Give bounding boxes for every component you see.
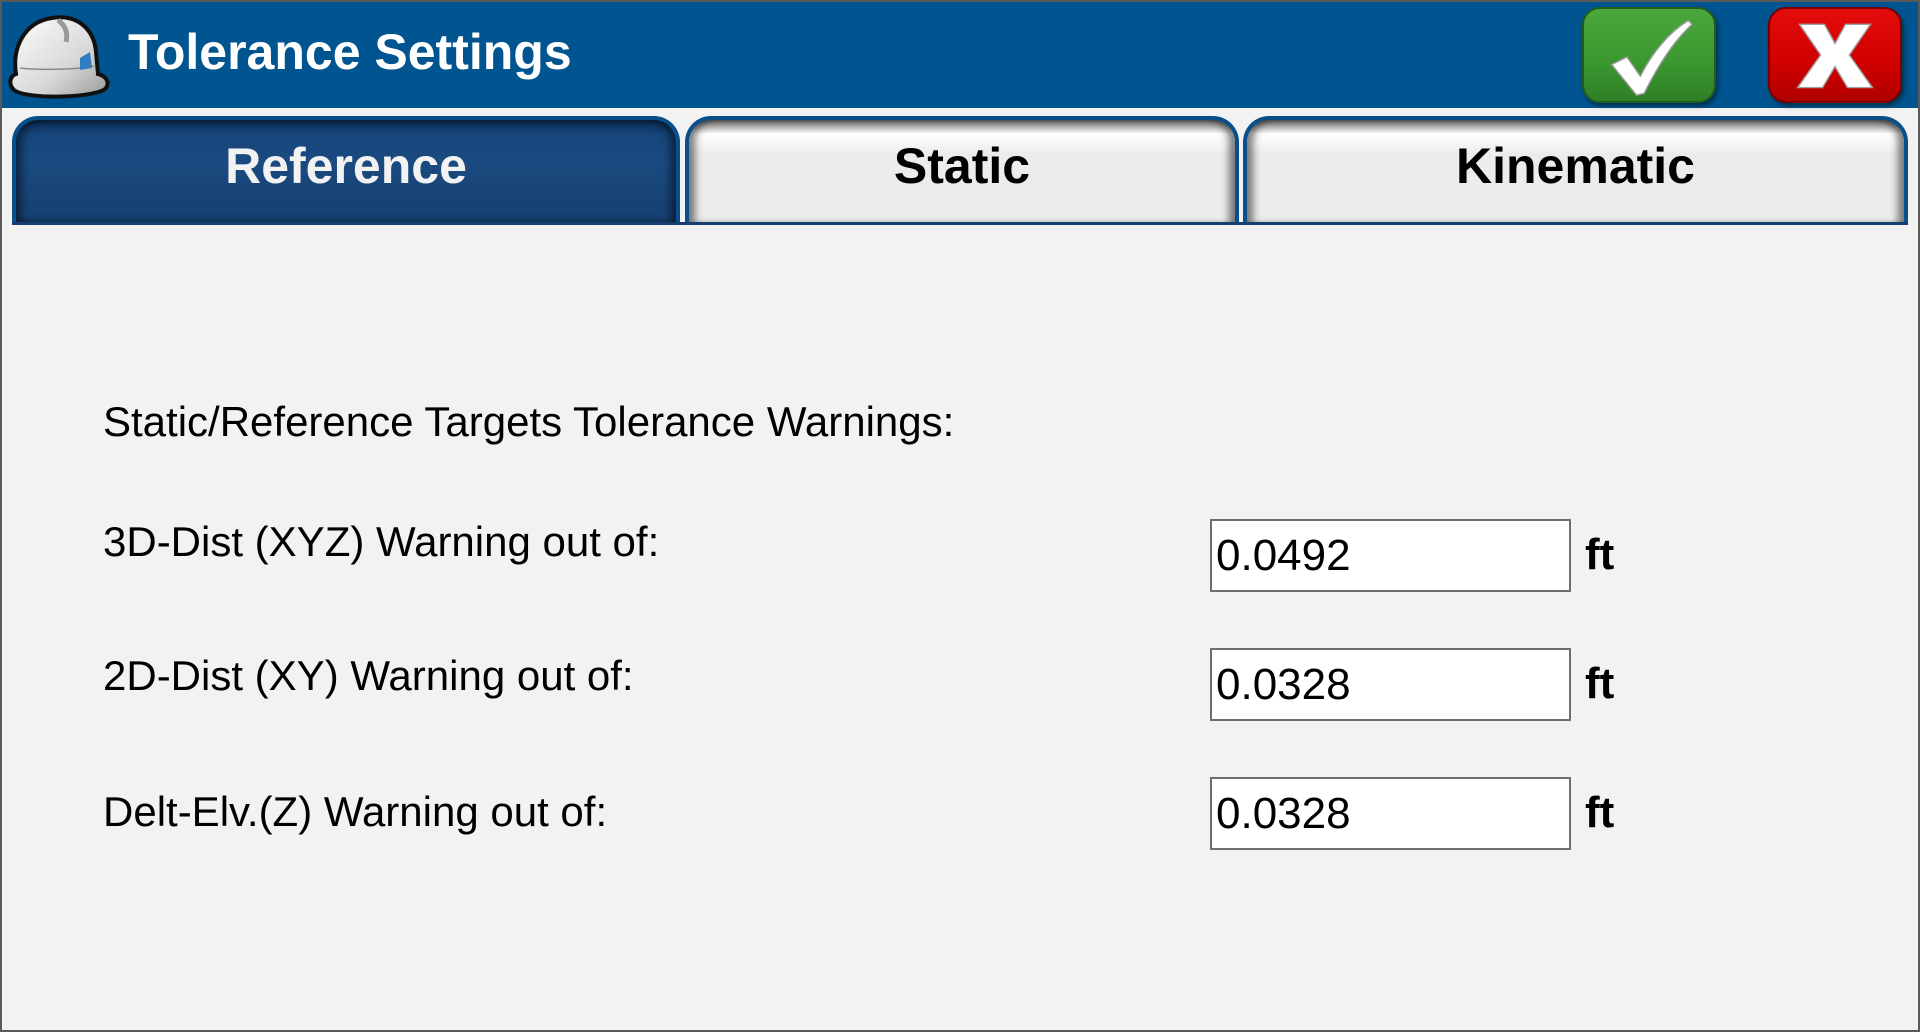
- row-label-3d-dist: 3D-Dist (XYZ) Warning out of:: [103, 518, 660, 565]
- tab-reference-label: Reference: [225, 138, 467, 194]
- title-bar: Tolerance Settings: [2, 2, 1918, 108]
- tab-bar: Reference Static Kinematic: [0, 108, 1920, 224]
- field-3d-dist[interactable]: [1210, 519, 1571, 592]
- tab-underline: [12, 222, 1908, 225]
- unit-2d-dist: ft: [1585, 659, 1615, 708]
- checkmark-icon: [1610, 19, 1694, 97]
- row-label-2d-dist: 2D-Dist (XY) Warning out of:: [103, 652, 634, 699]
- ok-button[interactable]: [1582, 7, 1716, 103]
- section-heading: Static/Reference Targets Tolerance Warni…: [103, 398, 955, 445]
- x-icon: [1796, 23, 1874, 89]
- cancel-button[interactable]: [1768, 7, 1902, 103]
- unit-delta-elevation: ft: [1585, 788, 1615, 837]
- tab-reference[interactable]: Reference: [12, 116, 680, 224]
- field-delta-elevation[interactable]: [1210, 777, 1571, 850]
- tab-static-label: Static: [893, 138, 1031, 194]
- tab-static[interactable]: Static: [685, 116, 1239, 224]
- unit-3d-dist: ft: [1585, 530, 1615, 579]
- hard-hat-icon: [8, 15, 110, 99]
- window-title: Tolerance Settings: [128, 24, 572, 80]
- row-label-delta-elevation: Delt-Elv.(Z) Warning out of:: [103, 788, 608, 835]
- tab-kinematic-label: Kinematic: [1456, 138, 1695, 194]
- field-2d-dist[interactable]: [1210, 648, 1571, 721]
- tab-kinematic[interactable]: Kinematic: [1243, 116, 1908, 224]
